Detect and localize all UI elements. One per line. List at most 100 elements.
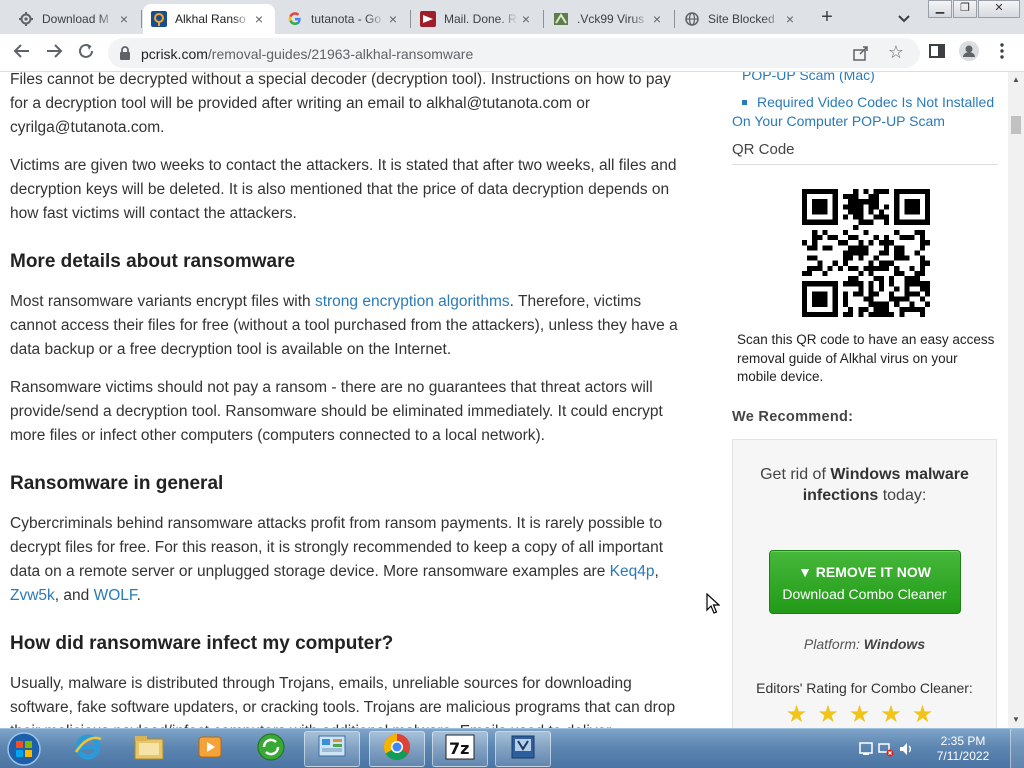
start-button[interactable]: [4, 731, 44, 767]
taskbar-chrome[interactable]: [369, 731, 425, 767]
new-tab-button[interactable]: +: [815, 6, 839, 30]
lock-icon[interactable]: [118, 45, 132, 61]
close-window-button[interactable]: ✕: [978, 0, 1020, 18]
qr-module: [868, 286, 874, 292]
taskbar-explorer[interactable]: [121, 731, 177, 767]
qr-module: [812, 296, 818, 302]
qr-module: [924, 189, 930, 195]
scroll-down-arrow[interactable]: ▼: [1008, 712, 1024, 728]
taskbar-media-player[interactable]: [182, 731, 238, 767]
scroll-thumb[interactable]: [1011, 116, 1021, 134]
qr-module: [904, 291, 910, 297]
system-tray: 2:35 PM 7/11/2022: [854, 729, 1024, 768]
pcrisk-icon: [151, 11, 167, 27]
qr-module: [883, 245, 890, 251]
taskbar-ie[interactable]: [60, 731, 116, 767]
tab-tutanota-mail[interactable]: Mail. Done. R ×: [412, 4, 542, 34]
taskbar-control-panel[interactable]: [304, 731, 360, 767]
back-button[interactable]: [10, 41, 34, 65]
paragraph: Most ransomware variants encrypt files w…: [10, 290, 690, 362]
qr-module: [817, 265, 823, 271]
qr-module: [868, 301, 874, 307]
related-guide-item[interactable]: Required Video Codec Is Not Installed On…: [732, 93, 998, 131]
qr-module: [858, 245, 864, 251]
qr-module: [832, 204, 838, 210]
qr-module: [853, 214, 859, 220]
tab-search-button[interactable]: [894, 8, 914, 28]
qr-module: [802, 301, 808, 307]
system-clock[interactable]: 2:35 PM 7/11/2022: [924, 734, 1002, 764]
link-wolf[interactable]: WOLF: [94, 587, 137, 604]
sync-center-icon: [256, 732, 286, 767]
qr-module: [858, 204, 864, 210]
qr-module: [873, 194, 879, 200]
tab-separator: [543, 10, 544, 28]
qr-module: [817, 199, 823, 205]
qr-module: [868, 209, 874, 215]
qr-module: [832, 235, 838, 241]
tab-alkhal[interactable]: Alkhal Ranso ×: [143, 4, 275, 34]
qr-module: [883, 219, 890, 225]
star-icon[interactable]: ☆: [886, 42, 906, 62]
qr-module: [842, 296, 849, 302]
qr-description: Scan this QR code to have an easy access…: [737, 332, 995, 384]
show-desktop-button[interactable]: [1010, 729, 1024, 768]
qr-module: [817, 235, 823, 241]
rating-label: Editors' Rating for Combo Cleaner:: [756, 679, 973, 696]
qr-module: [924, 219, 930, 225]
qr-module: [919, 235, 925, 241]
qr-module: [904, 286, 910, 292]
menu-button[interactable]: [992, 42, 1012, 63]
volume-icon[interactable]: [898, 741, 914, 757]
tab-site-blocked[interactable]: Site Blocked ×: [676, 4, 806, 34]
taskbar-sync-center[interactable]: [243, 731, 299, 767]
close-icon[interactable]: ×: [385, 11, 401, 27]
minimize-button[interactable]: ▁: [928, 0, 952, 18]
qr-module: [894, 286, 900, 292]
download-combo-cleaner-button[interactable]: ▼ REMOVE IT NOW Download Combo Cleaner: [768, 549, 961, 614]
qr-module: [848, 311, 854, 317]
link-keq4p[interactable]: Keq4p: [610, 563, 655, 580]
taskbar-virtualbox[interactable]: [495, 731, 551, 767]
profile-button[interactable]: [959, 40, 979, 63]
close-icon[interactable]: ×: [518, 11, 534, 27]
qr-module: [909, 189, 915, 195]
qr-module: [873, 189, 879, 195]
qr-module: [827, 281, 833, 287]
network-icon[interactable]: [878, 741, 894, 757]
qr-module: [848, 209, 854, 215]
link-encryption-algorithms[interactable]: strong encryption algorithms: [315, 293, 510, 310]
qr-module: [832, 281, 838, 287]
text: ,: [654, 563, 659, 580]
close-icon[interactable]: ×: [649, 11, 665, 27]
qr-module: [894, 296, 900, 302]
link-zvw5k[interactable]: Zvw5k: [10, 587, 55, 604]
taskbar-7zip[interactable]: 7z: [432, 731, 488, 767]
text-bold: Windows: [863, 635, 926, 652]
action-center-icon[interactable]: [858, 741, 874, 757]
qr-module: [878, 276, 884, 282]
reload-button[interactable]: [74, 41, 98, 65]
qr-module: [894, 229, 900, 236]
qr-module: [817, 209, 823, 215]
tab-tutanota-google[interactable]: tutanota - Go ×: [279, 4, 409, 34]
tab-download[interactable]: Download M ×: [10, 4, 140, 34]
close-icon[interactable]: ×: [782, 11, 798, 27]
qr-heading: QR Code: [732, 141, 998, 165]
side-panel-button[interactable]: [927, 43, 947, 63]
related-guide-link[interactable]: Required Video Codec Is Not Installed On…: [732, 94, 994, 129]
close-icon[interactable]: ×: [116, 11, 132, 27]
close-icon[interactable]: ×: [251, 11, 267, 27]
qr-module: [842, 229, 849, 236]
forward-button[interactable]: [42, 41, 66, 65]
share-icon[interactable]: [852, 44, 870, 62]
qr-module: [853, 265, 859, 271]
address-bar[interactable]: pcrisk.com/removal-guides/21963-alkhal-r…: [108, 38, 920, 68]
tab-vck99[interactable]: .Vck99 Virus ×: [545, 4, 673, 34]
related-guides-list: POP-UP Scam (Mac) Required Video Codec I…: [732, 72, 998, 131]
related-guide-link[interactable]: POP-UP Scam (Mac): [742, 72, 998, 85]
restore-button[interactable]: ❐: [953, 0, 977, 18]
scroll-up-arrow[interactable]: ▲: [1008, 72, 1024, 88]
vertical-scrollbar[interactable]: ▲ ▼: [1008, 72, 1024, 728]
qr-module: [919, 306, 925, 312]
